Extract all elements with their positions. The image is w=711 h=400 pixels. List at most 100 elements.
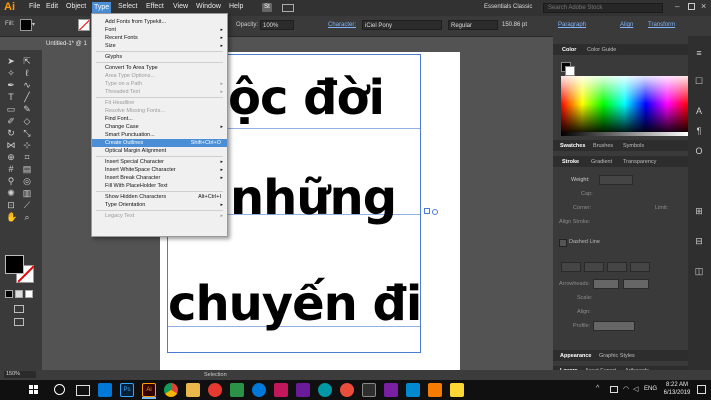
- tab-symbols[interactable]: Symbols: [623, 143, 644, 149]
- windows-start-icon[interactable]: [29, 385, 39, 395]
- type-menu-item-recent-fonts[interactable]: Recent Fonts ▸: [92, 34, 227, 42]
- character-label-text[interactable]: Character:: [328, 22, 356, 28]
- artwork-line-2[interactable]: những: [230, 170, 397, 226]
- perspective-grid-tool-icon[interactable]: ⌗: [22, 152, 32, 162]
- font-family-field[interactable]: iCiel Pony: [362, 20, 442, 30]
- color-mode-icon[interactable]: [5, 290, 13, 298]
- arrowhead-start-select[interactable]: [593, 279, 619, 289]
- taskbar-app-icon-8[interactable]: [384, 383, 398, 397]
- dash-field-2[interactable]: [607, 262, 627, 272]
- scale-tool-icon[interactable]: ⤡: [22, 128, 32, 138]
- type-menu-item-glyphs[interactable]: Glyphs: [92, 53, 227, 61]
- artboard-tool-icon[interactable]: ⊡: [6, 200, 16, 210]
- type-menu-item-create-outlines[interactable]: Create Outlines Shift+Ctrl+O: [92, 139, 227, 147]
- wifi-icon[interactable]: ◠: [623, 385, 629, 393]
- menu-edit[interactable]: Edit: [44, 3, 60, 10]
- type-menu-item-font[interactable]: Font ▸: [92, 26, 227, 34]
- workspace-switcher[interactable]: Essentials Classic: [484, 4, 532, 10]
- pen-tool-icon[interactable]: ✒: [6, 80, 16, 90]
- taskbar-app-icon-4[interactable]: [296, 383, 310, 397]
- profile-select[interactable]: [593, 321, 635, 331]
- weight-field[interactable]: [599, 175, 633, 185]
- chrome-taskbar-icon[interactable]: [164, 383, 178, 397]
- dashed-line-checkbox[interactable]: [559, 239, 567, 247]
- type-menu-item-insert-break-character[interactable]: Insert Break Character ▸: [92, 174, 227, 182]
- stroke-swatch[interactable]: [78, 19, 90, 31]
- shape-builder-tool-icon[interactable]: ⊕: [6, 152, 16, 162]
- skype-taskbar-icon[interactable]: [252, 383, 266, 397]
- menu-window[interactable]: Window: [194, 3, 223, 10]
- gap-field-2[interactable]: [630, 262, 650, 272]
- slice-tool-icon[interactable]: ⟋: [22, 200, 32, 210]
- text-out-port[interactable]: [432, 209, 438, 215]
- graph-tool-icon[interactable]: ▥: [22, 188, 32, 198]
- type-menu-item-show-hidden-characters[interactable]: Show Hidden Characters Alt+Ctrl+I: [92, 193, 227, 201]
- symbol-sprayer-tool-icon[interactable]: ✺: [6, 188, 16, 198]
- line-tool-icon[interactable]: ╱: [22, 92, 32, 102]
- type-menu-item-type-orientation[interactable]: Type Orientation ▸: [92, 201, 227, 209]
- arrange-documents-icon[interactable]: [282, 4, 294, 12]
- type-menu-item-change-case[interactable]: Change Case ▸: [92, 123, 227, 131]
- opacity-field[interactable]: 100%: [260, 20, 294, 30]
- taskbar-app-icon-5[interactable]: [318, 383, 332, 397]
- gradient-tool-icon[interactable]: ▤: [22, 164, 32, 174]
- chevron-down-icon[interactable]: ▾: [32, 21, 35, 28]
- type-menu-item-convert-to-area-type[interactable]: Convert To Area Type: [92, 64, 227, 72]
- gap-field-1[interactable]: [584, 262, 604, 272]
- type-menu-item-optical-margin-alignment[interactable]: Optical Margin Alignment: [92, 147, 227, 155]
- tab-transparency[interactable]: Transparency: [623, 159, 656, 165]
- zoom-tool-icon[interactable]: ⌕: [22, 212, 32, 222]
- taskbar-app-icon-11[interactable]: [450, 383, 464, 397]
- minimize-icon[interactable]: –: [675, 2, 679, 11]
- taskbar-app-icon-2[interactable]: [230, 383, 244, 397]
- menu-object[interactable]: Object: [64, 3, 88, 10]
- curvature-tool-icon[interactable]: ∿: [22, 80, 32, 90]
- arrowhead-end-select[interactable]: [623, 279, 649, 289]
- type-menu-item-size[interactable]: Size ▸: [92, 42, 227, 50]
- maximize-icon[interactable]: [688, 3, 695, 10]
- artwork-line-1[interactable]: ộc đời: [228, 70, 385, 126]
- direct-selection-tool-icon[interactable]: ⇱: [22, 56, 32, 66]
- file-explorer-icon[interactable]: [186, 383, 200, 397]
- paintbrush-tool-icon[interactable]: ✎: [22, 104, 32, 114]
- character-label[interactable]: Character:: [328, 22, 356, 28]
- fill-swatch[interactable]: [20, 19, 32, 31]
- none-mode-icon[interactable]: [25, 290, 33, 298]
- taskbar-app-icon-6[interactable]: [340, 383, 354, 397]
- menu-view[interactable]: View: [171, 3, 190, 10]
- paragraph-link[interactable]: Paragraph: [558, 22, 586, 28]
- paragraph-icon[interactable]: ¶: [694, 126, 704, 136]
- type-menu-item-insert-whitespace-character[interactable]: Insert WhiteSpace Character ▸: [92, 166, 227, 174]
- type-menu-item-smart-punctuation[interactable]: Smart Punctuation...: [92, 131, 227, 139]
- transform-link[interactable]: Transform: [648, 22, 675, 28]
- taskbar-app-icon-9[interactable]: [406, 383, 420, 397]
- fill-color-box[interactable]: [5, 255, 24, 274]
- eraser-tool-icon[interactable]: ◇: [22, 116, 32, 126]
- width-tool-icon[interactable]: ⋈: [6, 140, 16, 150]
- rectangle-tool-icon[interactable]: ▭: [6, 104, 16, 114]
- tab-swatches[interactable]: Swatches: [560, 143, 585, 149]
- grayscale-ramp[interactable]: [561, 132, 688, 136]
- clock-date[interactable]: 6/13/2019: [661, 390, 693, 396]
- opentype-icon[interactable]: O: [694, 146, 704, 156]
- character-icon[interactable]: A: [694, 106, 704, 116]
- close-icon[interactable]: ×: [701, 1, 706, 11]
- artwork-line-3[interactable]: chuyến đi: [168, 276, 422, 332]
- font-size-field[interactable]: 150.86 pt: [500, 20, 550, 30]
- mesh-tool-icon[interactable]: #: [6, 164, 16, 174]
- menu-type[interactable]: Type: [92, 2, 112, 13]
- panel-stroke-swatch[interactable]: [565, 66, 575, 76]
- bounding-box-handle[interactable]: [424, 208, 430, 214]
- libraries-icon[interactable]: ☐: [694, 76, 704, 86]
- screen-mode-icon[interactable]: [14, 318, 24, 326]
- taskbar-app-icon-7[interactable]: [362, 383, 376, 397]
- taskbar-app-icon[interactable]: [98, 383, 112, 397]
- type-menu-item-fill-with-placeholder-text[interactable]: Fill With PlaceHolder Text: [92, 182, 227, 190]
- tab-color-guide[interactable]: Color Guide: [587, 47, 616, 53]
- type-tool-icon[interactable]: T: [6, 92, 16, 102]
- taskbar-app-icon-10[interactable]: [428, 383, 442, 397]
- align-link[interactable]: Align: [620, 22, 633, 28]
- bridge-icon[interactable]: St: [262, 3, 272, 12]
- notifications-icon[interactable]: [697, 385, 706, 394]
- hand-tool-icon[interactable]: ✋: [6, 212, 17, 222]
